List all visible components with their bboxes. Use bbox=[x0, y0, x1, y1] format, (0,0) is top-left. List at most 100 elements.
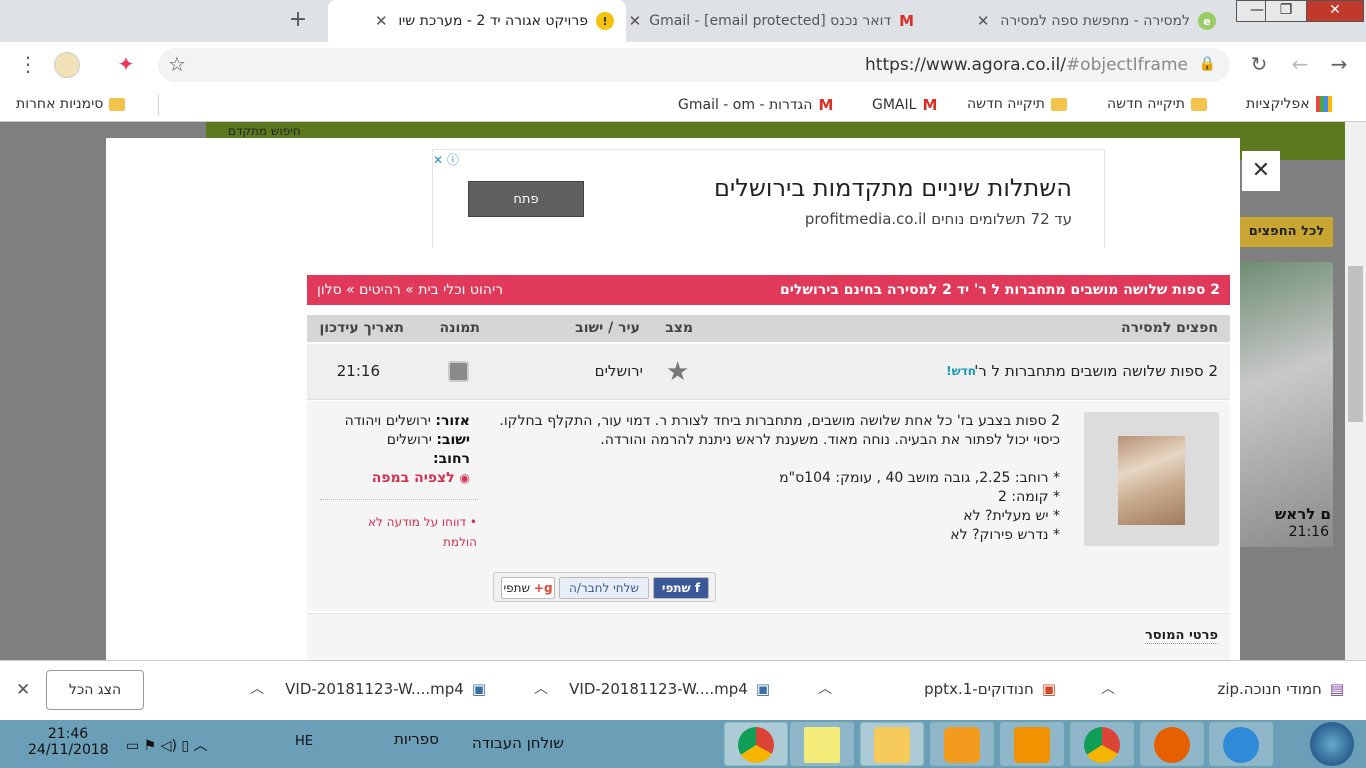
table-header: חפצים למסירה מצב עיר / ישוב תמונה תאריך … bbox=[307, 315, 1230, 342]
bookmark-folder[interactable]: תיקייה חדשה bbox=[967, 96, 1067, 112]
download-item[interactable]: ▣ VID-20181123-W....mp4 bbox=[285, 680, 486, 698]
table-row[interactable]: 2 ספות שלושה מושבים מתחברות ל ר' חדש! ★ … bbox=[307, 344, 1230, 400]
sofa-photo[interactable] bbox=[1118, 436, 1185, 525]
other-bookmarks[interactable]: סימניות אחרות bbox=[16, 96, 126, 112]
close-window-button[interactable]: ✕ bbox=[1306, 0, 1364, 22]
folder-icon bbox=[1050, 97, 1067, 111]
lock-icon: 🔒 bbox=[1198, 56, 1216, 72]
row-time: 21:16 bbox=[336, 362, 380, 380]
close-tab-icon[interactable]: ✕ bbox=[372, 12, 390, 30]
facebook-share-button[interactable]: f שתפי bbox=[653, 577, 709, 599]
col-updated: תאריך עידכון bbox=[319, 320, 405, 336]
close-modal-button[interactable]: ✕ bbox=[1242, 151, 1280, 191]
divider bbox=[320, 499, 478, 500]
camera-icon[interactable] bbox=[448, 361, 469, 382]
tab-search-sofa[interactable]: e למסירה - מחפשת ספה למסירה ✕ bbox=[928, 0, 1228, 42]
video-file-icon: ▣ bbox=[755, 680, 770, 698]
col-state: מצב bbox=[665, 320, 693, 336]
tab-agora[interactable]: ! פרויקט אגורה יד 2 - מערכת שיו ✕ bbox=[328, 0, 626, 42]
ad-banner[interactable]: ✕ ⓘ השתלות שיניים מתקדמות בירושלים עד 72… bbox=[432, 149, 1105, 248]
close-tab-icon[interactable]: ✕ bbox=[974, 12, 992, 30]
send-friend-button[interactable]: שלחי לחבר/ה bbox=[559, 577, 649, 599]
row-title[interactable]: 2 ספות שלושה מושבים מתחברות ל ר' bbox=[974, 362, 1218, 380]
promo-image: ם לראש 21:16 bbox=[1240, 262, 1333, 547]
forward-arrow-icon[interactable]: ← bbox=[1288, 52, 1312, 76]
pptx-file-icon: ▣ bbox=[1041, 680, 1056, 698]
warning-icon: ! bbox=[596, 12, 614, 30]
new-tab-button[interactable]: + bbox=[282, 6, 314, 36]
settlement-field: ישוב: ירושלים bbox=[386, 432, 470, 448]
listing-title: 2 ספות שלושה מושבים מתחברות ל ר' יד 2 למ… bbox=[780, 282, 1220, 298]
area-field: אזור: ירושלים ויהודה bbox=[344, 413, 470, 429]
new-badge: חדש! bbox=[946, 364, 976, 378]
start-button[interactable] bbox=[1310, 722, 1354, 766]
breadcrumb[interactable]: ריהוט וכלי בית » רהיטים » סלון bbox=[317, 282, 503, 298]
site-favicon-icon: e bbox=[1198, 12, 1216, 30]
taskbar-chrome-active[interactable] bbox=[724, 722, 788, 766]
tray-icons[interactable]: ▭ ⚑ ◁) ▯ ︿ bbox=[126, 735, 208, 755]
report-link[interactable]: • דווחו על מודעה לא הולמת bbox=[342, 512, 477, 552]
chevron-up-icon[interactable]: ︿ bbox=[818, 678, 832, 698]
clock[interactable]: 21:46 24/11/2018 bbox=[28, 726, 109, 758]
taskbar-chrome[interactable] bbox=[1070, 722, 1134, 766]
scrollbar-thumb[interactable] bbox=[1348, 266, 1363, 422]
ad-open-button[interactable]: פתח bbox=[468, 181, 584, 217]
seller-details-title: פרטי המוסר bbox=[1144, 628, 1218, 644]
divider bbox=[158, 95, 159, 115]
tab-gmail[interactable]: M דואר נכנס Gmail - [email protected] ✕ bbox=[628, 0, 926, 42]
ad-close-icon[interactable]: ✕ ⓘ bbox=[433, 151, 459, 168]
taskbar-firefox[interactable] bbox=[1140, 722, 1204, 766]
ad-title: השתלות שיניים מתקדמות בירושלים bbox=[713, 174, 1072, 202]
bookmark-apps[interactable]: אפליקציות bbox=[1246, 96, 1332, 112]
bookmark-gmail[interactable]: M GMAIL bbox=[872, 96, 937, 114]
map-pin-icon: ◉ bbox=[459, 471, 470, 485]
taskbar-ie[interactable] bbox=[1209, 722, 1273, 766]
all-items-link[interactable]: לכל החפצים bbox=[1240, 217, 1333, 247]
taskbar-media-player[interactable] bbox=[930, 722, 994, 766]
taskbar-explorer[interactable] bbox=[860, 722, 924, 766]
star-icon[interactable]: ★ bbox=[666, 357, 689, 387]
bookmark-folder[interactable]: תיקייה חדשה bbox=[1107, 96, 1207, 112]
share-bar: f שתפי שלחי לחבר/ה g+ שתפי bbox=[493, 572, 716, 602]
url-text: https://www.agora.co.il/#objectIframe bbox=[865, 55, 1188, 75]
taskbar-vlc[interactable] bbox=[1000, 722, 1064, 766]
gmail-icon: M bbox=[922, 96, 938, 114]
street-field: רחוב: bbox=[433, 451, 470, 467]
reload-icon[interactable]: ↻ bbox=[1247, 52, 1271, 76]
download-item[interactable]: ▣ VID-20181123-W....mp4 bbox=[569, 680, 770, 698]
show-all-button[interactable]: הצג הכל bbox=[46, 670, 144, 710]
apps-grid-icon bbox=[1315, 96, 1332, 112]
view-map-link[interactable]: ◉ לצפיה במפה bbox=[372, 470, 470, 486]
folder-icon bbox=[109, 97, 126, 111]
col-city: עיר / ישוב bbox=[575, 320, 640, 336]
google-share-button[interactable]: g+ שתפי bbox=[501, 577, 555, 599]
col-item: חפצים למסירה bbox=[1121, 320, 1218, 336]
download-item[interactable]: ▣ חנודוקים-1.pptx bbox=[924, 680, 1056, 698]
gmail-icon: M bbox=[818, 96, 834, 114]
listing-header: 2 ספות שלושה מושבים מתחברות ל ר' יד 2 למ… bbox=[307, 275, 1230, 305]
chevron-up-icon[interactable]: ︿ bbox=[250, 678, 264, 698]
libraries-toolbar[interactable]: ספריות bbox=[394, 730, 439, 748]
address-bar[interactable]: 🔒 https://www.agora.co.il/#objectIframe … bbox=[158, 48, 1230, 82]
gmail-icon: M bbox=[899, 12, 914, 30]
bookmark-star-icon[interactable]: ☆ bbox=[168, 52, 186, 76]
chevron-up-icon[interactable]: ︿ bbox=[1101, 678, 1115, 698]
ad-subtitle: עד 72 תשלומים נוחים profitmedia.co.il bbox=[804, 210, 1072, 228]
download-item[interactable]: ▤ חמודי חנוכה.zip bbox=[1217, 680, 1344, 698]
zip-file-icon: ▤ bbox=[1329, 680, 1344, 698]
close-downloads-icon[interactable]: ✕ bbox=[16, 680, 30, 700]
language-indicator[interactable]: HE bbox=[295, 734, 313, 749]
back-arrow-icon[interactable]: → bbox=[1327, 52, 1351, 76]
chevron-up-icon[interactable]: ︿ bbox=[534, 678, 548, 698]
desktop-toolbar[interactable]: שולחן העבודה bbox=[472, 734, 564, 752]
bookmark-gmail-settings[interactable]: M הגדרות - Gmail - om bbox=[678, 96, 833, 114]
close-tab-icon[interactable]: ✕ bbox=[629, 12, 642, 30]
restore-button[interactable]: ❐ bbox=[1265, 0, 1307, 22]
menu-icon[interactable]: ⋮ bbox=[16, 52, 40, 76]
extension-icon[interactable]: ✦ bbox=[114, 52, 138, 76]
row-city: ירושלים bbox=[594, 362, 643, 380]
seller-section: פרטי המוסר bbox=[307, 613, 1230, 660]
video-file-icon: ▣ bbox=[471, 680, 486, 698]
taskbar-sticky-notes[interactable] bbox=[790, 722, 854, 766]
profile-avatar[interactable] bbox=[54, 52, 80, 78]
